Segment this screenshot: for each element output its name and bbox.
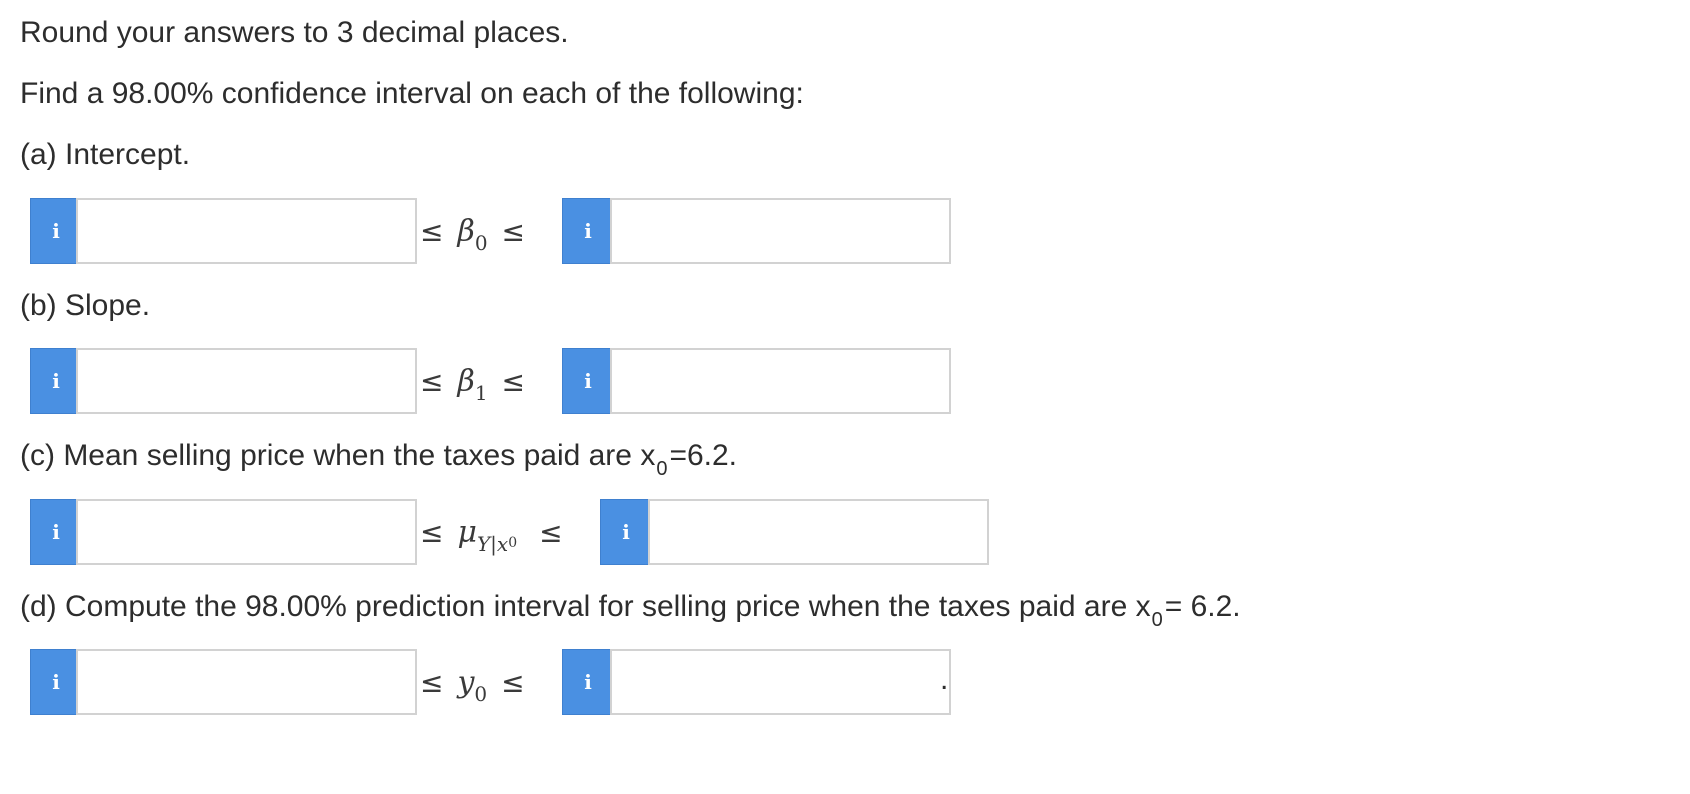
trailing-period: .: [940, 663, 949, 696]
le-symbol: ≤: [539, 515, 563, 549]
le-symbol: ≤: [501, 214, 526, 248]
part-a-lower-input[interactable]: [76, 198, 417, 264]
part-c-label: (c) Mean selling price when the taxes pa…: [20, 439, 738, 480]
part-c-relation: ≤ μY|x0 ≤: [420, 499, 563, 565]
part-d-row: i ≤ y0 ≤ i .: [30, 649, 1030, 715]
part-c-upper-info-button[interactable]: i: [600, 499, 652, 565]
beta1-symbol: β1: [457, 363, 488, 405]
part-a-relation: ≤ β0 ≤: [420, 198, 525, 264]
info-icon: i: [622, 520, 630, 544]
part-d-label: (d) Compute the 98.00% prediction interv…: [20, 590, 1241, 631]
instruction-find: Find a 98.00% confidence interval on eac…: [20, 77, 804, 110]
part-c-lower-input[interactable]: [76, 499, 417, 565]
part-c-lower-info-button[interactable]: i: [30, 499, 82, 565]
part-a-upper-input[interactable]: [610, 198, 951, 264]
part-a-lower-info-button[interactable]: i: [30, 198, 82, 264]
le-symbol: ≤: [420, 515, 444, 549]
part-b-label: (b) Slope.: [20, 289, 151, 322]
part-b-upper-info-button[interactable]: i: [562, 348, 614, 414]
part-b-upper-input[interactable]: [610, 348, 951, 414]
part-a-row: i ≤ β0 ≤ i: [30, 198, 1030, 264]
le-symbol: ≤: [420, 214, 444, 248]
part-d-upper-input[interactable]: [610, 649, 951, 715]
part-b-lower-info-button[interactable]: i: [30, 348, 82, 414]
info-icon: i: [52, 369, 60, 393]
part-c-row: i ≤ μY|x0 ≤ i: [30, 499, 1030, 565]
le-symbol: ≤: [420, 364, 444, 398]
info-icon: i: [52, 219, 60, 243]
info-icon: i: [584, 369, 592, 393]
part-d-lower-info-button[interactable]: i: [30, 649, 82, 715]
info-icon: i: [584, 670, 592, 694]
part-b-row: i ≤ β1 ≤ i: [30, 348, 1030, 414]
part-c-upper-input[interactable]: [648, 499, 989, 565]
le-symbol: ≤: [501, 665, 525, 699]
mu-y-given-x0-symbol: μY|x0: [457, 514, 518, 556]
part-d-relation: ≤ y0 ≤: [420, 649, 525, 715]
part-b-lower-input[interactable]: [76, 348, 417, 414]
le-symbol: ≤: [501, 364, 526, 398]
beta0-symbol: β0: [457, 213, 488, 255]
part-d-upper-info-button[interactable]: i: [562, 649, 614, 715]
info-icon: i: [52, 670, 60, 694]
part-a-upper-info-button[interactable]: i: [562, 198, 614, 264]
instruction-round: Round your answers to 3 decimal places.: [20, 16, 569, 49]
y0-symbol: y0: [457, 664, 488, 706]
info-icon: i: [52, 520, 60, 544]
le-symbol: ≤: [420, 665, 444, 699]
info-icon: i: [584, 219, 592, 243]
part-a-label: (a) Intercept.: [20, 138, 191, 171]
part-d-lower-input[interactable]: [76, 649, 417, 715]
part-b-relation: ≤ β1 ≤: [420, 348, 525, 414]
